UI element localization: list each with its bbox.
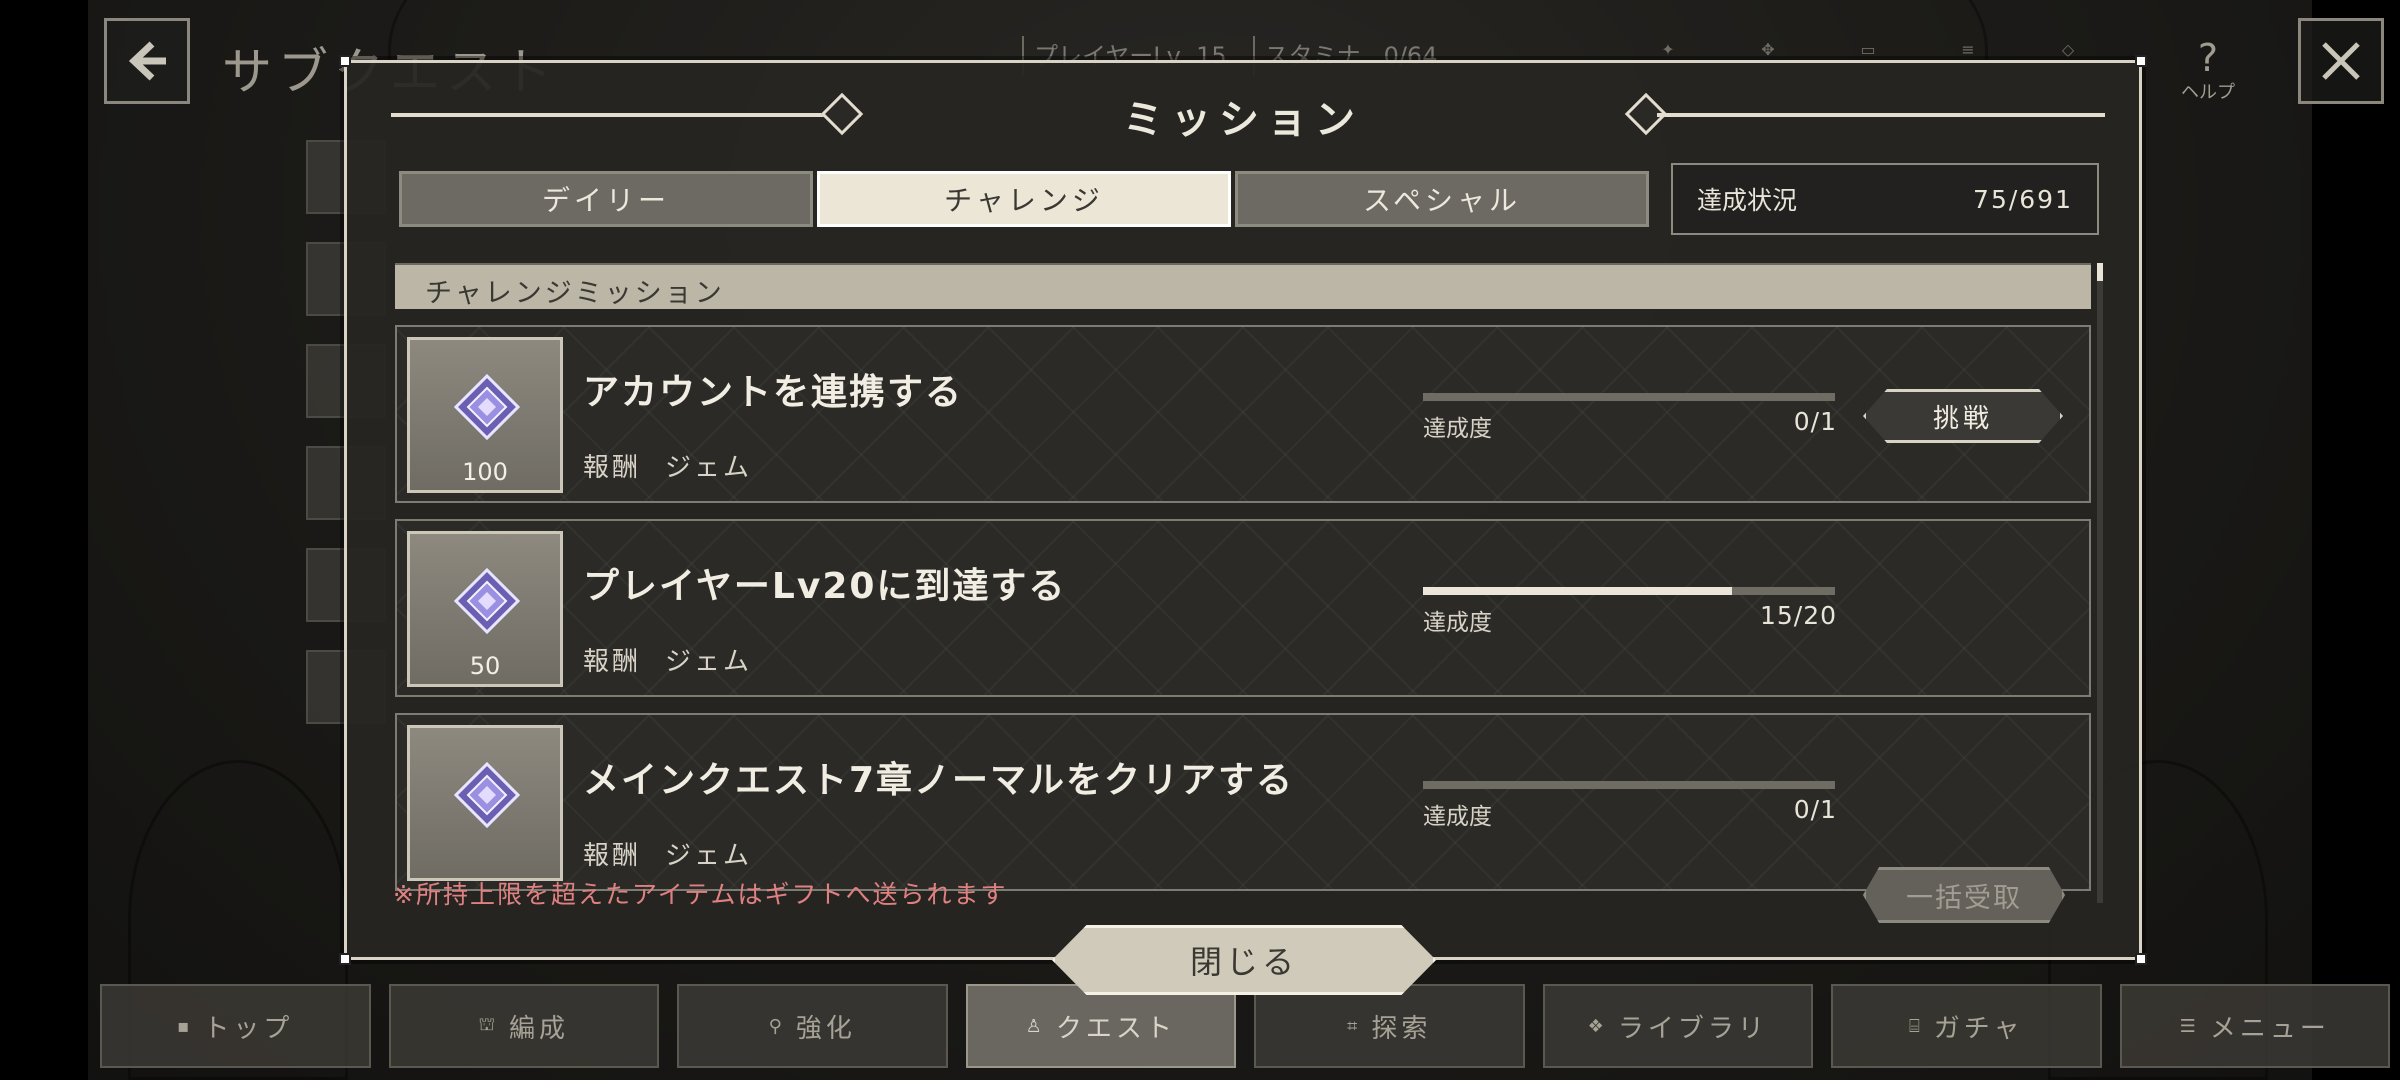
overflow-note: ※所持上限を超えたアイテムはギフトへ送られます xyxy=(393,880,1008,909)
help-button[interactable]: ? ヘルプ xyxy=(2178,38,2238,104)
nav-formation[interactable]: ⛫ 編成 xyxy=(388,984,659,1068)
home-icon: ▪ xyxy=(177,1015,194,1037)
reward-item: ジェム xyxy=(665,453,753,483)
achievement-status-label: 達成状況 xyxy=(1697,186,1798,215)
progress-bar xyxy=(1423,781,1835,789)
gem-icon xyxy=(454,374,520,440)
upgrade-icon: ⚲ xyxy=(768,1015,786,1037)
progress-value: 0/1 xyxy=(1793,407,1837,436)
help-label: ヘルプ xyxy=(2181,82,2235,103)
reward-item-slot[interactable]: 50 xyxy=(407,531,563,687)
bulk-receive-button[interactable]: 一括受取 xyxy=(1863,867,2065,923)
menu-icon: ☰ xyxy=(2179,1015,2200,1037)
nav-label: 探索 xyxy=(1371,1013,1432,1044)
nav-label: 強化 xyxy=(795,1013,856,1044)
mission-item: 100 アカウントを連携する 報酬 ジェム 達成度 0/1 挑戦 xyxy=(395,325,2091,503)
gacha-icon: ⌸ xyxy=(1908,1015,1924,1037)
nav-top[interactable]: ▪ トップ xyxy=(100,984,371,1068)
formation-icon: ⛫ xyxy=(478,1014,500,1035)
corner-ornament xyxy=(2135,55,2147,67)
reward-label: 報酬 xyxy=(583,453,642,483)
reward-item-slot[interactable]: 100 xyxy=(407,337,563,493)
nav-label: クエスト xyxy=(1055,1013,1176,1044)
reward-item-slot[interactable] xyxy=(407,725,563,881)
achievement-status: 達成状況 75/691 xyxy=(1671,163,2099,235)
mission-reward: 報酬 ジェム xyxy=(583,835,752,872)
nav-upgrade[interactable]: ⚲ 強化 xyxy=(677,984,948,1068)
progress-bar xyxy=(1423,393,1835,401)
reward-quantity: 50 xyxy=(469,652,501,680)
mission-title: アカウントを連携する xyxy=(583,372,964,413)
nav-label: トップ xyxy=(203,1013,294,1044)
nav-label: ライブラリ xyxy=(1617,1013,1768,1044)
explore-icon: ⌗ xyxy=(1347,1015,1362,1037)
nav-gacha[interactable]: ⌸ ガチャ xyxy=(1831,984,2102,1068)
gem-icon xyxy=(454,568,520,634)
arrow-left-icon xyxy=(128,41,166,81)
progress-label: 達成度 xyxy=(1423,416,1492,442)
reward-label: 報酬 xyxy=(583,647,642,677)
nav-label: ガチャ xyxy=(1933,1013,2024,1044)
mission-list[interactable]: チャレンジミッション 100 アカウントを連携する 報酬 ジェム 達成度 0/1 … xyxy=(395,263,2091,903)
mission-title: メインクエスト7章ノーマルをクリアする xyxy=(583,760,1295,801)
progress-label: 達成度 xyxy=(1423,804,1492,830)
nav-label: 編成 xyxy=(509,1013,570,1044)
tab-special[interactable]: スペシャル xyxy=(1235,171,1649,227)
library-icon: ❖ xyxy=(1587,1015,1608,1037)
close-button[interactable]: 閉じる xyxy=(1052,925,1436,995)
nav-menu[interactable]: ☰ メニュー xyxy=(2119,984,2390,1068)
progress-value: 0/1 xyxy=(1793,795,1837,824)
achievement-status-value: 75/691 xyxy=(1973,184,2073,214)
progress-value: 15/20 xyxy=(1759,601,1837,630)
corner-ornament xyxy=(2135,953,2147,965)
quest-icon: ♙ xyxy=(1025,1015,1046,1037)
mission-reward: 報酬 ジェム xyxy=(583,447,752,484)
mission-item: 50 プレイヤーLv20に到達する 報酬 ジェム 達成度 15/20 xyxy=(395,519,2091,697)
scrollbar[interactable] xyxy=(2097,263,2103,903)
nav-library[interactable]: ❖ ライブラリ xyxy=(1542,984,1813,1068)
dialog-title: ミッション xyxy=(1123,97,1363,143)
help-icon: ? xyxy=(2197,36,2219,80)
progress-fill xyxy=(1423,587,1732,595)
corner-ornament xyxy=(339,55,351,67)
challenge-button[interactable]: 挑戦 xyxy=(1863,389,2063,443)
close-x-button[interactable] xyxy=(2298,18,2384,104)
corner-ornament xyxy=(339,953,351,965)
mission-reward: 報酬 ジェム xyxy=(583,641,752,678)
tab-daily[interactable]: デイリー xyxy=(399,171,813,227)
section-title: チャレンジミッション xyxy=(395,263,2091,309)
nav-label: メニュー xyxy=(2209,1013,2330,1044)
reward-item: ジェム xyxy=(665,841,753,871)
progress-bar xyxy=(1423,587,1835,595)
progress-label: 達成度 xyxy=(1423,610,1492,636)
mission-dialog: ミッション デイリー チャレンジ スペシャル 達成状況 75/691 チャレンジ… xyxy=(339,55,2147,965)
reward-item: ジェム xyxy=(665,647,753,677)
reward-quantity: 100 xyxy=(462,458,508,486)
close-icon xyxy=(2322,42,2360,80)
nav-quest[interactable]: ♙ クエスト xyxy=(965,984,1236,1068)
back-button[interactable] xyxy=(104,18,190,104)
gem-icon xyxy=(454,762,520,828)
mission-title: プレイヤーLv20に到達する xyxy=(583,566,1067,607)
mission-item: メインクエスト7章ノーマルをクリアする 報酬 ジェム 達成度 0/1 xyxy=(395,713,2091,891)
mission-tabs: デイリー チャレンジ スペシャル xyxy=(399,171,1649,227)
reward-label: 報酬 xyxy=(583,841,642,871)
nav-explore[interactable]: ⌗ 探索 xyxy=(1254,984,1525,1068)
scrollbar-thumb[interactable] xyxy=(2097,263,2103,281)
bottom-navigation: ▪ トップ ⛫ 編成 ⚲ 強化 ♙ クエスト ⌗ 探索 ❖ ライブラリ ⌸ ガチャ ☰ メニュー xyxy=(100,984,2390,1068)
tab-challenge[interactable]: チャレンジ xyxy=(817,171,1231,227)
